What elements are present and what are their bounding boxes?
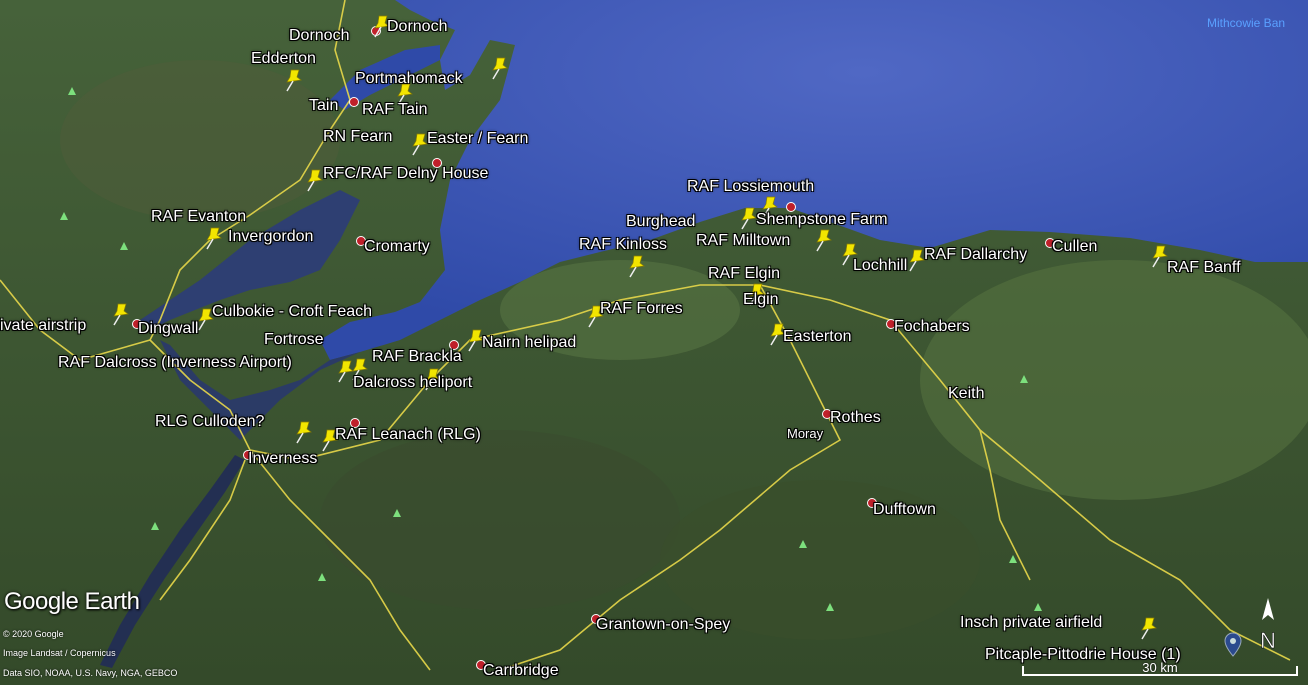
place-label[interactable]: RAF Milltown [696, 232, 790, 250]
pushpin-icon[interactable] [625, 252, 647, 278]
map-terrain [0, 0, 1308, 685]
peak-marker [68, 87, 76, 95]
place-label[interactable]: Grantown-on-Spey [596, 616, 730, 634]
region-label: Moray [787, 426, 824, 441]
place-label[interactable]: Cullen [1052, 238, 1097, 256]
place-label[interactable]: Rothes [830, 409, 881, 427]
place-label[interactable]: Shempstone Farm [756, 211, 888, 229]
place-label[interactable]: RAF Dallarchy [924, 246, 1027, 264]
north-label: N [1260, 628, 1276, 653]
pushpin-icon[interactable] [282, 66, 304, 92]
place-label[interactable]: Burghead [626, 213, 695, 231]
place-label[interactable]: ivate airstrip [0, 317, 86, 335]
peak-marker [60, 212, 68, 220]
place-label[interactable]: Dornoch [289, 27, 349, 45]
place-label[interactable]: RLG Culloden? [155, 413, 264, 431]
place-label[interactable]: RAF Lossiemouth [687, 178, 814, 196]
peak-marker [1020, 375, 1028, 383]
credit-line: Data SIO, NOAA, U.S. Navy, NGA, GEBCO [3, 668, 178, 678]
pushpin-icon[interactable] [303, 166, 325, 192]
place-label[interactable]: Dingwall [138, 320, 198, 338]
peak-marker [799, 540, 807, 548]
peak-marker [1009, 555, 1017, 563]
peak-marker [318, 573, 326, 581]
place-label[interactable]: RAF Leanach (RLG) [335, 426, 481, 444]
north-arrow-icon[interactable]: N [1254, 596, 1282, 656]
place-label[interactable]: RAF Forres [600, 300, 683, 318]
place-label[interactable]: RAF Brackla [372, 348, 462, 366]
place-label[interactable]: Easter / Fearn [427, 130, 528, 148]
place-label[interactable]: RFC/RAF Delny House [323, 165, 488, 183]
place-label[interactable]: Carrbridge [483, 662, 559, 680]
place-label[interactable]: Fochabers [894, 318, 970, 336]
google-earth-logo: Google Earth [4, 588, 140, 615]
place-label[interactable]: Portmahomack [355, 70, 463, 88]
scale-bar-line [1022, 666, 1298, 676]
peak-marker [826, 603, 834, 611]
credit-line: © 2020 Google [3, 629, 64, 639]
place-label[interactable]: Culbokie - Croft Feach [212, 303, 372, 321]
place-label[interactable]: RN Fearn [323, 128, 392, 146]
place-label[interactable]: RAF Tain [362, 101, 428, 119]
location-marker-icon[interactable] [1224, 632, 1242, 658]
peak-marker [393, 509, 401, 517]
peak-marker [120, 242, 128, 250]
scale-bar: 30 km [1022, 656, 1298, 678]
place-label[interactable]: Elgin [743, 291, 779, 309]
peak-marker [1034, 603, 1042, 611]
place-label[interactable]: RAF Elgin [708, 265, 780, 283]
place-label[interactable]: Dufftown [873, 501, 936, 519]
place-label[interactable]: Tain [309, 97, 338, 115]
sea-label: Mithcowie Ban [1207, 16, 1286, 30]
pushpin-icon[interactable] [488, 54, 510, 80]
place-label[interactable]: Invergordon [228, 228, 313, 246]
place-label[interactable]: RAF Dalcross (Inverness Airport) [58, 354, 292, 372]
place-label[interactable]: Fortrose [264, 331, 324, 349]
place-label[interactable]: Lochhill [853, 257, 907, 275]
pushpin-icon[interactable] [202, 224, 224, 250]
town-dot[interactable] [349, 97, 359, 107]
place-label[interactable]: RAF Kinloss [579, 236, 667, 254]
peak-marker [151, 522, 159, 530]
place-label[interactable]: Insch private airfield [960, 614, 1102, 632]
place-label[interactable]: Nairn helipad [482, 334, 576, 352]
place-label[interactable]: Cromarty [364, 238, 430, 256]
place-label[interactable]: Edderton [251, 50, 316, 68]
credit-line: Image Landsat / Copernicus [3, 648, 116, 658]
place-label[interactable]: RAF Banff [1167, 259, 1241, 277]
place-label[interactable]: RAF Evanton [151, 208, 246, 226]
place-label[interactable]: Inverness [248, 450, 317, 468]
place-label[interactable]: Dalcross heliport [353, 374, 472, 392]
place-label[interactable]: Dornoch [387, 18, 447, 36]
pushpin-icon[interactable] [292, 418, 314, 444]
pushpin-icon[interactable] [812, 226, 834, 252]
place-label[interactable]: Easterton [783, 328, 851, 346]
place-label[interactable]: Keith [948, 385, 984, 403]
pushpin-icon[interactable] [1137, 614, 1159, 640]
pushpin-icon[interactable] [109, 300, 131, 326]
map-view[interactable]: Dornoch Dornoch Edderton Portmahomack Ta… [0, 0, 1308, 685]
